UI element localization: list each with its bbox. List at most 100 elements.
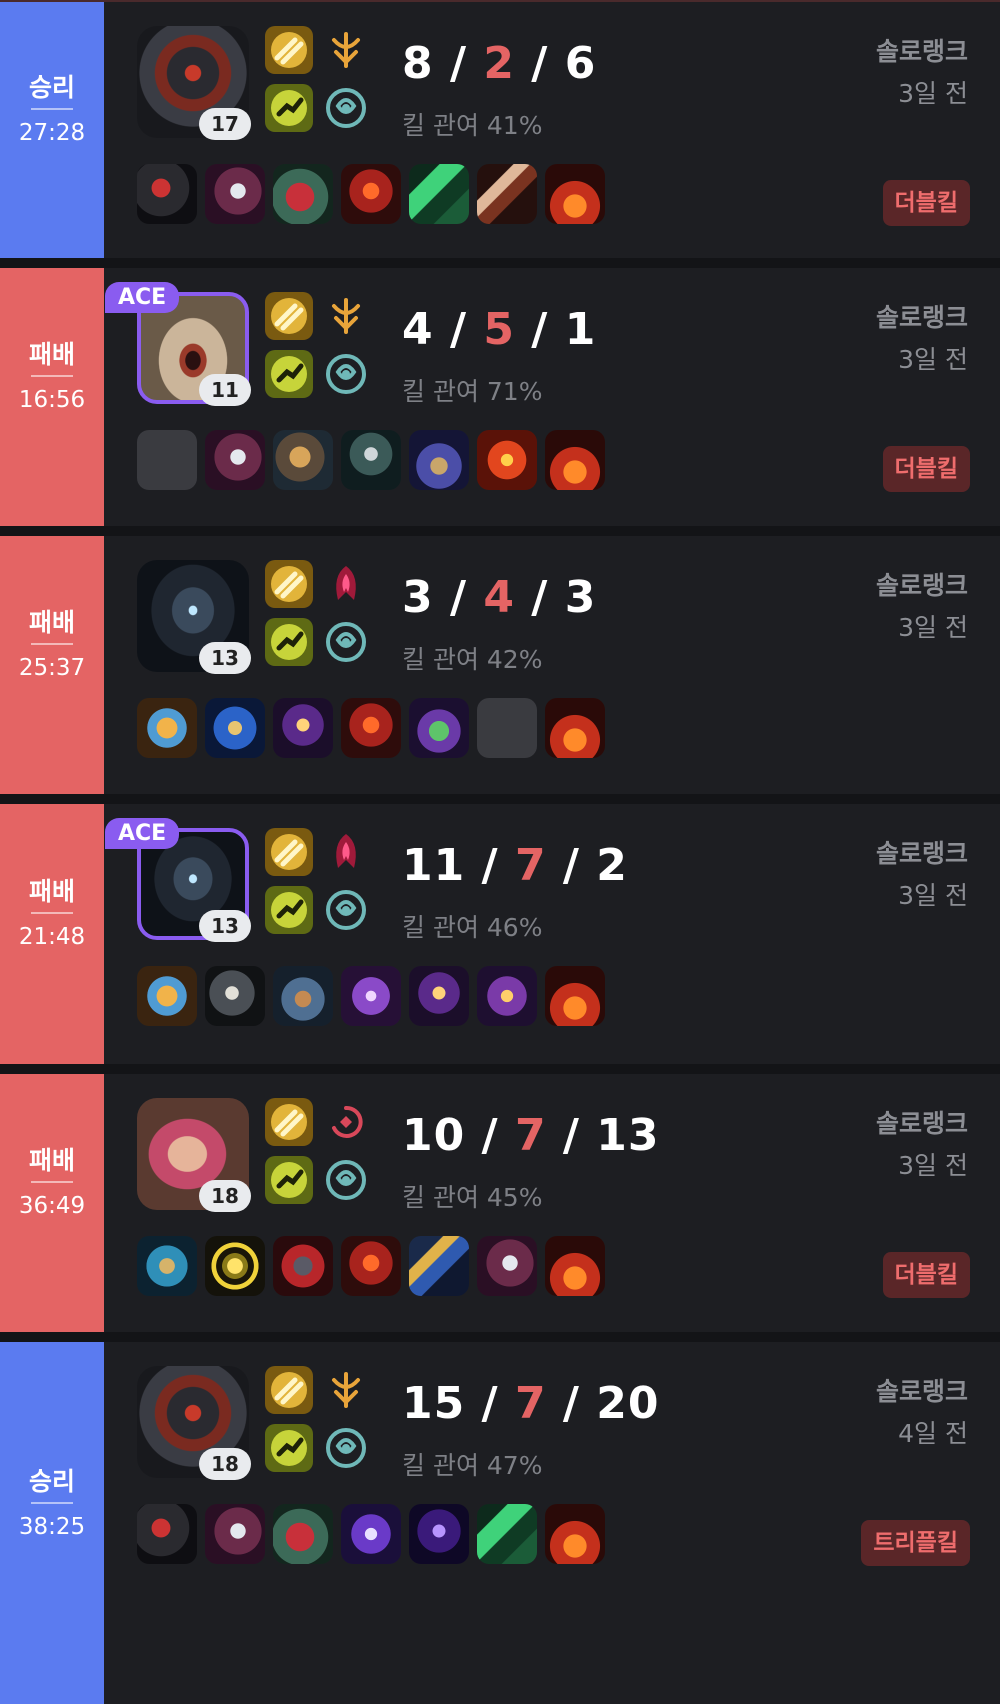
result-label: 승리 xyxy=(28,1467,75,1496)
item-blade-purple-icon[interactable] xyxy=(477,1236,537,1296)
item-mask-purple-icon[interactable] xyxy=(409,966,469,1026)
item-blade-violet-icon[interactable] xyxy=(341,1504,401,1564)
item-axe-dark-icon[interactable] xyxy=(137,164,197,224)
domination-rune-icon[interactable] xyxy=(322,1156,370,1204)
kda: 8 / 2 / 6 xyxy=(402,38,597,89)
queue-type: 솔로랭크 xyxy=(875,303,968,332)
domination-rune-icon[interactable] xyxy=(322,1424,370,1472)
kill-participation: 킬 관여 71% xyxy=(402,377,543,406)
summoner-spell-ignite-icon[interactable] xyxy=(265,350,313,398)
game-duration: 16:56 xyxy=(18,387,86,413)
summoner-spell-flash-icon[interactable] xyxy=(265,560,313,608)
item-trinket-red-icon[interactable] xyxy=(545,698,605,758)
item-blade-purple-icon[interactable] xyxy=(205,1504,265,1564)
item-sword-green-icon[interactable] xyxy=(477,1504,537,1564)
deaths: 7 xyxy=(514,1110,547,1161)
kda: 4 / 5 / 1 xyxy=(402,304,597,355)
match-card[interactable]: 승리 27:28 17 8 / 2 / 6 킬 관여 41% 솔로랭크 3일 전 더블킬 xyxy=(0,2,1000,258)
assists: 1 xyxy=(564,304,597,355)
assists: 2 xyxy=(596,840,628,891)
item-trinket-red-icon[interactable] xyxy=(545,966,605,1026)
kill-participation: 킬 관여 45% xyxy=(402,1183,543,1212)
champion-level: 11 xyxy=(199,374,251,406)
deaths: 7 xyxy=(514,1378,547,1429)
summoner-spell-ignite-icon[interactable] xyxy=(265,1156,313,1204)
kill-participation: 킬 관여 41% xyxy=(402,111,543,140)
item-boots-red-icon[interactable] xyxy=(273,164,333,224)
dark-harvest-rune-icon[interactable] xyxy=(322,560,370,608)
item-trinket-red-icon[interactable] xyxy=(545,1236,605,1296)
swift-rune-icon[interactable] xyxy=(322,1098,370,1146)
domination-rune-icon[interactable] xyxy=(322,84,370,132)
item-armor-red-icon[interactable] xyxy=(273,1236,333,1296)
item-blade-purple-icon[interactable] xyxy=(205,430,265,490)
summoner-spell-ignite-icon[interactable] xyxy=(265,1424,313,1472)
match-card[interactable]: 패배 21:48 ACE 13 11 / 7 / 2 킬 관여 46% 솔로랭크 3일 전 xyxy=(0,804,1000,1064)
item-orb-red-icon[interactable] xyxy=(477,430,537,490)
item-boots-red-icon[interactable] xyxy=(273,1504,333,1564)
item-bow-blue-icon[interactable] xyxy=(205,698,265,758)
item-sword-green-icon[interactable] xyxy=(409,164,469,224)
summoner-spell-flash-icon[interactable] xyxy=(265,1366,313,1414)
item-axe-dark-icon[interactable] xyxy=(137,1504,197,1564)
match-card[interactable]: 승리 38:25 18 15 / 7 / 20 킬 관여 47% 솔로랭크 4일 전 트리플킬 xyxy=(0,1342,1000,1704)
electrocute-rune-icon[interactable] xyxy=(322,26,370,74)
summoner-spell-flash-icon[interactable] xyxy=(265,1098,313,1146)
summoner-spell-flash-icon[interactable] xyxy=(265,828,313,876)
summoner-spell-ignite-icon[interactable] xyxy=(265,886,313,934)
item-shield-yellow-icon[interactable] xyxy=(205,1236,265,1296)
champion-level: 18 xyxy=(199,1180,251,1212)
item-gauntlet-gold-icon[interactable] xyxy=(137,966,197,1026)
time-ago: 3일 전 xyxy=(898,1151,968,1180)
item-gauntlet-gold-icon[interactable] xyxy=(137,698,197,758)
item-blade-serrated-icon[interactable] xyxy=(477,164,537,224)
item-hydra-red-icon[interactable] xyxy=(341,1236,401,1296)
match-card[interactable]: 패배 25:37 13 3 / 4 / 3 킬 관여 42% 솔로랭크 3일 전 xyxy=(0,536,1000,794)
item-spear-gold-icon[interactable] xyxy=(409,1236,469,1296)
item-empty-icon xyxy=(137,430,197,490)
item-hydra-red-icon[interactable] xyxy=(341,698,401,758)
domination-rune-icon[interactable] xyxy=(322,618,370,666)
electrocute-rune-icon[interactable] xyxy=(322,292,370,340)
summoner-spell-flash-icon[interactable] xyxy=(265,292,313,340)
multikill-badge: 더블킬 xyxy=(882,1252,970,1298)
champion-level: 13 xyxy=(199,642,251,674)
deaths: 2 xyxy=(483,38,515,89)
summoner-spell-ignite-icon[interactable] xyxy=(265,618,313,666)
item-orb-purple-icon[interactable] xyxy=(341,966,401,1026)
multikill-badge: 트리플킬 xyxy=(861,1520,970,1566)
item-mask-purple-icon[interactable] xyxy=(273,698,333,758)
time-ago: 4일 전 xyxy=(898,1419,968,1448)
assists: 20 xyxy=(596,1378,660,1429)
item-trinket-red-icon[interactable] xyxy=(545,430,605,490)
ace-badge: ACE xyxy=(105,282,180,313)
electrocute-rune-icon[interactable] xyxy=(322,1366,370,1414)
dark-harvest-rune-icon[interactable] xyxy=(322,828,370,876)
queue-type: 솔로랭크 xyxy=(875,571,968,600)
domination-rune-icon[interactable] xyxy=(322,886,370,934)
match-card[interactable]: 패배 36:49 18 10 / 7 / 13 킬 관여 45% 솔로랭크 3일 전 더블킬 xyxy=(0,1074,1000,1332)
item-trinket-red-icon[interactable] xyxy=(545,164,605,224)
domination-rune-icon[interactable] xyxy=(322,350,370,398)
summoner-spell-flash-icon[interactable] xyxy=(265,26,313,74)
time-ago: 3일 전 xyxy=(898,345,968,374)
item-hammer-gold-icon[interactable] xyxy=(273,430,333,490)
item-eye-purple-icon[interactable] xyxy=(477,966,537,1026)
deaths: 4 xyxy=(483,572,515,623)
item-pickaxe-icon[interactable] xyxy=(341,430,401,490)
game-duration: 25:37 xyxy=(18,655,86,681)
summoner-spell-ignite-icon[interactable] xyxy=(265,84,313,132)
item-blade-purple-icon[interactable] xyxy=(205,164,265,224)
result-label: 패배 xyxy=(28,1146,75,1175)
match-card[interactable]: 패배 16:56 ACE 11 4 / 5 / 1 킬 관여 71% 솔로랭크 3일 전 더블킬 xyxy=(0,268,1000,526)
assists: 3 xyxy=(564,572,597,623)
item-boots-steel-icon[interactable] xyxy=(273,966,333,1026)
item-hydra-red-icon[interactable] xyxy=(341,164,401,224)
item-cannon-blue-icon[interactable] xyxy=(137,1236,197,1296)
item-cloak-purple-icon[interactable] xyxy=(409,1504,469,1564)
item-trinket-red-icon[interactable] xyxy=(545,1504,605,1564)
item-boots-purple-icon[interactable] xyxy=(409,430,469,490)
time-ago: 3일 전 xyxy=(898,613,968,642)
item-boots-green-icon[interactable] xyxy=(409,698,469,758)
item-gun-dark-icon[interactable] xyxy=(205,966,265,1026)
